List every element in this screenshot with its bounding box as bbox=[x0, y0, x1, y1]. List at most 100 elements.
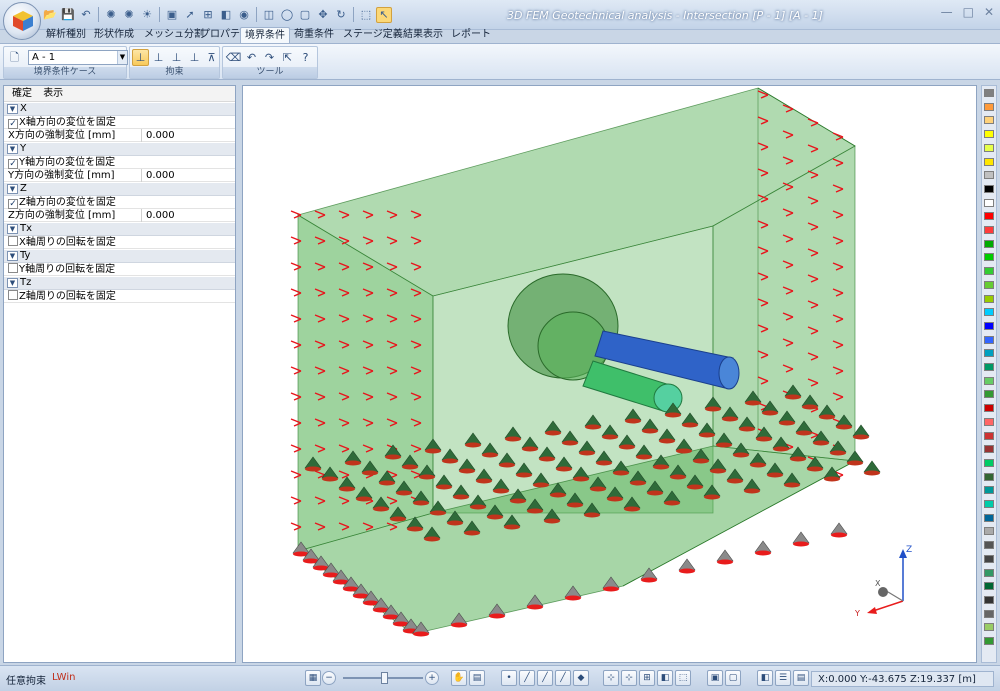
checkbox-unchecked[interactable] bbox=[8, 236, 18, 246]
panel-left-icon[interactable]: ◧ bbox=[757, 670, 773, 686]
section-header-tz[interactable]: ▼ Tz bbox=[4, 277, 235, 290]
section-header-y[interactable]: ▼ Y bbox=[4, 143, 235, 156]
palette-swatch[interactable] bbox=[984, 609, 994, 618]
fix-y-icon[interactable]: ⊥ bbox=[168, 49, 185, 66]
eraser-icon[interactable]: ⌫ bbox=[225, 49, 242, 66]
palette-swatch[interactable] bbox=[984, 431, 994, 440]
pipe-blue-end[interactable] bbox=[718, 356, 740, 390]
forced-value-input[interactable]: 0.000 bbox=[141, 169, 236, 182]
forced-value-input[interactable]: 0.000 bbox=[141, 129, 236, 142]
snap-mid-icon[interactable]: ╱ bbox=[537, 670, 553, 686]
panel-right-icon[interactable]: ▤ bbox=[793, 670, 809, 686]
new-case-icon[interactable]: 🗋 bbox=[6, 50, 23, 67]
tab-load[interactable]: 荷重条件 bbox=[290, 27, 338, 43]
collapse-icon[interactable]: ▼ bbox=[7, 224, 18, 234]
palette-swatch[interactable] bbox=[984, 513, 994, 522]
select-solid-icon[interactable]: ◧ bbox=[657, 670, 673, 686]
select-box-icon[interactable]: ⬚ bbox=[675, 670, 691, 686]
palette-swatch[interactable] bbox=[984, 143, 994, 152]
open-icon[interactable]: 📂 bbox=[42, 7, 58, 23]
checkbox-unchecked[interactable] bbox=[8, 263, 18, 273]
snap-face-icon[interactable]: ◆ bbox=[573, 670, 589, 686]
help-icon[interactable]: ? bbox=[297, 49, 314, 66]
fem-model-scene[interactable]: Z X Y bbox=[243, 86, 977, 663]
palette-swatch[interactable] bbox=[984, 171, 994, 180]
select-icon[interactable]: ⬚ bbox=[358, 7, 374, 23]
zoom-in-icon[interactable]: + bbox=[425, 671, 439, 685]
fix-all-icon[interactable]: ⊥ bbox=[132, 49, 149, 66]
snap-end-icon[interactable]: ╱ bbox=[555, 670, 571, 686]
zoom-out-icon[interactable]: − bbox=[322, 671, 336, 685]
palette-swatch[interactable] bbox=[984, 116, 994, 125]
tab-report[interactable]: レポート bbox=[447, 27, 495, 43]
palette-swatch[interactable] bbox=[984, 458, 994, 467]
zoom-slider-thumb[interactable] bbox=[381, 672, 388, 684]
palette-swatch[interactable] bbox=[984, 349, 994, 358]
window-icon[interactable]: ▢ bbox=[725, 670, 741, 686]
fix-z-icon[interactable]: ⊥ bbox=[186, 49, 203, 66]
palette-swatch[interactable] bbox=[984, 582, 994, 591]
snap-point-icon[interactable]: • bbox=[501, 670, 517, 686]
palette-swatch[interactable] bbox=[984, 267, 994, 276]
tab-stage[interactable]: ステージ定義 bbox=[339, 27, 407, 43]
undo-icon[interactable]: ↶ bbox=[78, 7, 94, 23]
palette-swatch[interactable] bbox=[984, 335, 994, 344]
save-icon[interactable]: 💾 bbox=[60, 7, 76, 23]
palette-swatch[interactable] bbox=[984, 472, 994, 481]
view-icon[interactable]: ▣ bbox=[164, 7, 180, 23]
select-edge-icon[interactable]: ⊹ bbox=[621, 670, 637, 686]
palette-swatch[interactable] bbox=[984, 623, 994, 632]
fix-rot-icon[interactable]: ⊼ bbox=[203, 49, 220, 66]
checkbox-checked[interactable]: ✓ bbox=[8, 119, 18, 129]
palette-swatch[interactable] bbox=[984, 308, 994, 317]
grid-toggle-icon[interactable]: ▦ bbox=[305, 670, 321, 686]
collapse-icon[interactable]: ▼ bbox=[7, 278, 18, 288]
collapse-icon[interactable]: ▼ bbox=[7, 184, 18, 194]
cursor-icon[interactable]: ↖ bbox=[376, 6, 392, 23]
redo-icon[interactable]: ↷ bbox=[261, 49, 278, 66]
tab-boundary[interactable]: 境界条件 bbox=[240, 27, 290, 43]
pan-icon[interactable]: ✥ bbox=[315, 7, 331, 23]
render-icon[interactable]: ◧ bbox=[218, 7, 234, 23]
checkbox-unchecked[interactable] bbox=[8, 290, 18, 300]
palette-swatch[interactable] bbox=[984, 212, 994, 221]
maximize-button[interactable]: □ bbox=[963, 5, 974, 19]
section-header-tx[interactable]: ▼ Tx bbox=[4, 223, 235, 236]
sun-icon[interactable]: ☀ bbox=[139, 7, 155, 23]
palette-swatch[interactable] bbox=[984, 554, 994, 563]
fit-icon[interactable]: ▢ bbox=[297, 7, 313, 23]
palette-swatch[interactable] bbox=[984, 198, 994, 207]
checkbox-checked[interactable]: ✓ bbox=[8, 159, 18, 169]
select-face-icon[interactable]: ⊞ bbox=[639, 670, 655, 686]
export-icon[interactable]: ⇱ bbox=[279, 49, 296, 66]
tab-geometry[interactable]: 形状作成 bbox=[90, 27, 138, 43]
rotate-icon[interactable]: ↻ bbox=[333, 7, 349, 23]
palette-swatch[interactable] bbox=[984, 239, 994, 248]
palette-swatch[interactable] bbox=[984, 417, 994, 426]
palette-swatch[interactable] bbox=[984, 226, 994, 234]
palette-swatch[interactable] bbox=[984, 445, 994, 454]
select-node-icon[interactable]: ⊹ bbox=[603, 670, 619, 686]
screen-icon[interactable]: ▣ bbox=[707, 670, 723, 686]
palette-swatch[interactable] bbox=[984, 568, 994, 577]
palette-swatch[interactable] bbox=[984, 157, 994, 166]
mesh-icon[interactable]: ⊞ bbox=[200, 7, 216, 23]
light-icon[interactable]: ✺ bbox=[103, 7, 119, 23]
palette-swatch[interactable] bbox=[984, 376, 994, 385]
palette-swatch[interactable] bbox=[984, 130, 994, 139]
palette-swatch[interactable] bbox=[984, 184, 994, 193]
minimize-button[interactable]: — bbox=[941, 5, 953, 19]
collapse-icon[interactable]: ▼ bbox=[7, 251, 18, 261]
palette-swatch[interactable] bbox=[984, 280, 994, 289]
palette-swatch[interactable] bbox=[984, 527, 994, 536]
palette-swatch[interactable] bbox=[984, 253, 994, 262]
3d-viewport[interactable]: Z X Y bbox=[242, 85, 977, 663]
clip-icon[interactable]: ◫ bbox=[261, 7, 277, 23]
tab-analysis-type[interactable]: 解析種別 bbox=[42, 27, 90, 43]
section-header-ty[interactable]: ▼ Ty bbox=[4, 250, 235, 263]
forced-value-input[interactable]: 0.000 bbox=[141, 209, 236, 222]
palette-swatch[interactable] bbox=[984, 390, 994, 399]
pan-icon[interactable]: ✋ bbox=[451, 670, 467, 686]
palette-swatch[interactable] bbox=[984, 404, 994, 413]
palette-swatch[interactable] bbox=[984, 89, 994, 97]
